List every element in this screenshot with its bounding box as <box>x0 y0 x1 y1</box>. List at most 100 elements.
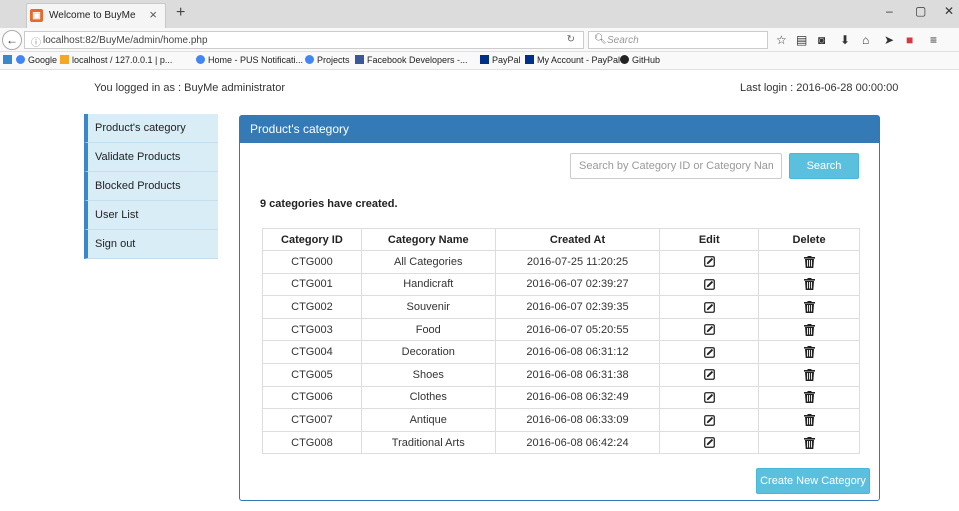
tab-close-icon[interactable]: × <box>149 7 157 22</box>
edit-icon[interactable] <box>703 346 715 358</box>
google-icon <box>305 55 314 64</box>
google-icon <box>16 55 25 64</box>
trash-icon[interactable] <box>803 414 815 426</box>
cell-created-at: 2016-06-07 02:39:27 <box>494 272 661 297</box>
column-header-created-at: Created At <box>494 228 661 251</box>
edit-icon[interactable] <box>703 256 715 268</box>
sidebar-item-user-list[interactable]: User List <box>84 201 218 230</box>
send-icon[interactable]: ➤ <box>884 33 894 47</box>
category-table: Category ID Category Name Created At Edi… <box>262 228 860 455</box>
trash-icon[interactable] <box>803 278 815 291</box>
cell-delete <box>758 317 860 342</box>
bookmark-google[interactable]: Google <box>16 55 57 65</box>
cell-edit <box>659 362 760 387</box>
info-icon[interactable]: ⓘ <box>31 34 41 49</box>
extension-icon[interactable]: ■ <box>906 33 913 47</box>
bookmark-pus-notification[interactable]: Home - PUS Notificati... <box>196 55 303 65</box>
cell-created-at: 2016-06-08 06:33:09 <box>494 408 661 432</box>
cell-edit <box>659 317 760 342</box>
cell-created-at: 2016-06-07 05:20:55 <box>494 317 661 342</box>
back-button[interactable]: ← <box>2 30 22 50</box>
cell-category-id: CTG001 <box>262 272 362 297</box>
cell-delete <box>758 362 860 387</box>
search-icon: 🔍︎ <box>594 34 607 45</box>
edit-icon[interactable] <box>703 301 715 313</box>
edit-icon[interactable] <box>703 324 715 336</box>
bookmark-projects[interactable]: Projects <box>305 55 350 65</box>
reading-list-icon[interactable]: ▤ <box>796 33 807 47</box>
cell-delete <box>758 272 860 297</box>
bookmark-paypal[interactable]: PayPal <box>480 55 521 65</box>
search-button[interactable]: Search <box>789 153 859 179</box>
bookmark-facebook-developers[interactable]: Facebook Developers -... <box>355 55 468 65</box>
new-tab-button[interactable]: + <box>176 4 185 22</box>
cell-category-name: Clothes <box>360 385 496 410</box>
url-text: localhost:82/BuyMe/admin/home.php <box>43 35 208 46</box>
sidebar-item-sign-out[interactable]: Sign out <box>84 230 218 259</box>
bookmark-github[interactable]: GitHub <box>620 55 660 65</box>
table-row: CTG003 Food 2016-06-07 05:20:55 <box>262 317 860 342</box>
category-table-body: CTG000 All Categories 2016-07-25 11:20:2… <box>262 250 860 455</box>
table-row: CTG002 Souvenir 2016-06-07 02:39:35 <box>262 295 860 319</box>
maximize-button[interactable]: ▢ <box>915 4 926 18</box>
download-icon[interactable]: ⬇ <box>840 33 850 47</box>
trash-icon[interactable] <box>803 391 815 404</box>
cell-delete <box>758 250 860 274</box>
github-icon <box>620 55 629 64</box>
cell-category-name: Antique <box>360 408 496 432</box>
cell-delete <box>758 430 860 455</box>
cell-category-name: All Categories <box>360 250 496 274</box>
edit-icon[interactable] <box>703 414 715 426</box>
site-favicon-icon: ▣ <box>30 9 43 22</box>
table-row: CTG005 Shoes 2016-06-08 06:31:38 <box>262 362 860 387</box>
trash-icon[interactable] <box>803 368 815 381</box>
address-bar[interactable]: ⓘ localhost:82/BuyMe/admin/home.php ↻ <box>24 31 584 49</box>
trash-icon[interactable] <box>803 346 815 359</box>
reload-icon[interactable]: ↻ <box>567 34 575 45</box>
edit-icon[interactable] <box>703 369 715 381</box>
minimize-button[interactable]: – <box>886 4 893 18</box>
pocket-icon[interactable]: ◙ <box>818 33 825 47</box>
cell-edit <box>659 250 760 274</box>
logged-in-text: You logged in as : BuyMe administrator <box>94 82 285 94</box>
create-category-button[interactable]: Create New Category <box>756 468 870 494</box>
home-icon[interactable]: ⌂ <box>862 33 869 47</box>
browser-search-bar[interactable]: 🔍︎ Search <box>588 31 768 49</box>
table-row: CTG007 Antique 2016-06-08 06:33:09 <box>262 408 860 432</box>
column-header-edit: Edit <box>659 228 760 251</box>
sidebar-item-products-category[interactable]: Product's category <box>84 114 218 143</box>
cell-created-at: 2016-06-08 06:31:12 <box>494 340 661 364</box>
browser-search-placeholder: Search <box>607 35 639 46</box>
bookmark-star-icon[interactable]: ☆ <box>776 33 787 47</box>
table-row: CTG000 All Categories 2016-07-25 11:20:2… <box>262 250 860 274</box>
table-row: CTG008 Traditional Arts 2016-06-08 06:42… <box>262 430 860 455</box>
edit-icon[interactable] <box>703 279 715 290</box>
bookmark-phpmyadmin[interactable]: localhost / 127.0.0.1 | p... <box>60 55 172 65</box>
cell-delete <box>758 340 860 364</box>
trash-icon[interactable] <box>803 301 815 314</box>
trash-icon[interactable] <box>803 436 815 449</box>
facebook-icon <box>355 55 364 64</box>
cell-delete <box>758 295 860 319</box>
browser-navbar: ← ⓘ localhost:82/BuyMe/admin/home.php ↻ … <box>0 28 959 52</box>
bookmarks-toolbar-icon[interactable] <box>3 55 15 65</box>
tab-title: Welcome to BuyMe <box>49 10 136 21</box>
column-header-category-id: Category ID <box>262 228 362 251</box>
trash-icon[interactable] <box>803 323 815 336</box>
edit-icon[interactable] <box>703 392 715 403</box>
cell-category-id: CTG007 <box>262 408 362 432</box>
menu-icon[interactable]: ≡ <box>930 33 937 47</box>
category-count-text: 9 categories have created. <box>260 198 398 210</box>
browser-tab[interactable]: ▣ Welcome to BuyMe × <box>26 3 166 28</box>
close-window-button[interactable]: ✕ <box>944 4 954 18</box>
cell-category-id: CTG000 <box>262 250 362 274</box>
sidebar-item-validate-products[interactable]: Validate Products <box>84 143 218 172</box>
category-search-input[interactable] <box>570 153 782 179</box>
edit-icon[interactable] <box>703 437 715 449</box>
admin-sidebar: Product's category Validate Products Blo… <box>84 114 218 259</box>
bookmark-paypal-account[interactable]: My Account - PayPal <box>525 55 620 65</box>
sidebar-item-blocked-products[interactable]: Blocked Products <box>84 172 218 201</box>
trash-icon[interactable] <box>803 255 815 268</box>
panel-title: Product's category <box>240 116 879 143</box>
cell-created-at: 2016-06-07 02:39:35 <box>494 295 661 319</box>
